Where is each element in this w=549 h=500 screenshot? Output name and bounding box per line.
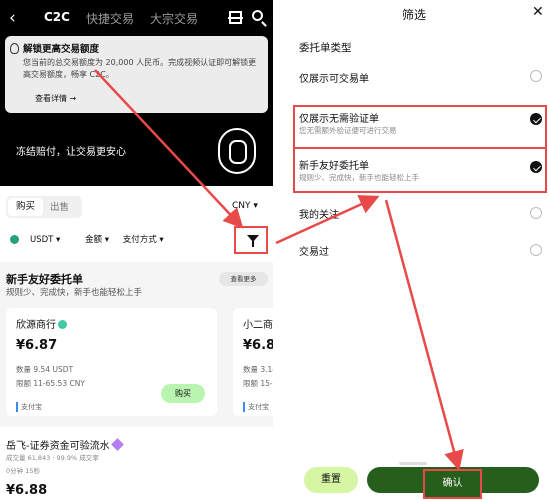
confirm-button[interactable]: 确认 <box>423 469 482 499</box>
reset-button[interactable]: 重置 <box>304 467 358 493</box>
option-traded-radio[interactable] <box>530 244 542 256</box>
option-newbie-friendly-desc: 规则少、完成快，新手也能轻松上手 <box>299 173 419 182</box>
merchant-price: ¥6.88 <box>6 483 48 498</box>
order-type-heading: 委托单类型 <box>299 42 352 54</box>
filter-title: 筛选 <box>401 8 426 22</box>
filter-sheet: 筛选 ✕ 委托单类型 仅展示可交易单 仅展示无需验证单 您无需额外验证便可进行交… <box>279 0 549 500</box>
newbie-section: 新手友好委托单 规则少、完成快，新手也能轻松上手 查看更多 欣源商行 ¥6.87… <box>0 262 273 427</box>
search-icon[interactable] <box>252 10 263 21</box>
option-following-radio[interactable] <box>530 207 542 219</box>
notice-details-link[interactable]: 查看详情 → <box>35 93 76 104</box>
verified-badge-icon <box>58 320 67 329</box>
option-following[interactable]: 我的关注 <box>299 206 339 221</box>
notice-text: 您当前的总交易额度为 20,000 人民币。完成视频认证即可解锁更高交易额度，畅… <box>23 58 257 79</box>
merchant-limit: 限额 11-65.53 CNY <box>16 379 85 388</box>
hero-banner: ‹ C2C 快捷交易 大宗交易 解锁更高交易额度 您当前的总交易额度为 20,0… <box>0 0 273 189</box>
funnel-icon <box>247 235 259 247</box>
shield-lock-icon <box>218 128 256 174</box>
merchant-name: 欣源商行 <box>16 316 67 331</box>
highlight-divider <box>293 147 547 149</box>
merchant-time: 0分钟 15秒 <box>6 467 40 475</box>
option-no-verification-check[interactable] <box>530 113 542 125</box>
option-traded[interactable]: 交易过 <box>299 243 329 258</box>
scan-icon[interactable] <box>228 11 243 24</box>
drag-handle <box>399 462 427 465</box>
merchant-limit: 限额 15- <box>243 379 273 388</box>
back-arrow-icon[interactable]: ‹ <box>9 8 16 28</box>
merchant-list-item[interactable]: 岳飞-证券资金可验流水 成交量 61,843 · 99.9% 成交率 0分钟 1… <box>0 427 273 500</box>
option-newbie-friendly[interactable]: 新手友好委托单 <box>299 157 369 172</box>
payment-method: 支付宝 <box>16 402 42 412</box>
newbie-subtitle: 规则少、完成快，新手也能轻松上手 <box>6 288 143 298</box>
buy-tab[interactable]: 购买 <box>8 198 43 216</box>
banner-text: 冻结赔付，让交易更安心 <box>16 147 126 158</box>
sheet-footer: 重置 确认 <box>279 458 549 500</box>
coin-filter[interactable]: USDT ▾ <box>10 235 71 245</box>
merchant-amount: 数量 3.14 <box>243 365 273 374</box>
option-tradable-only[interactable]: 仅展示可交易单 <box>299 70 369 85</box>
merchant-name: 岳飞-证券资金可验流水 <box>6 437 124 452</box>
close-icon[interactable]: ✕ <box>532 4 544 20</box>
merchant-card[interactable]: 欣源商行 ¥6.87 数量 9.54 USDT 限额 11-65.53 CNY … <box>6 308 217 416</box>
usdt-icon <box>10 235 19 244</box>
diamond-badge-icon <box>110 438 124 451</box>
filter-button[interactable] <box>234 226 268 254</box>
c2c-screen: ‹ C2C 快捷交易 大宗交易 解锁更高交易额度 您当前的总交易额度为 20,0… <box>0 0 273 500</box>
top-bar: ‹ C2C 快捷交易 大宗交易 <box>0 6 273 30</box>
payment-filter[interactable]: 支付方式 ▾ <box>123 235 164 245</box>
newbie-title: 新手友好委托单 <box>6 273 83 286</box>
option-tradable-only-radio[interactable] <box>530 70 542 82</box>
option-no-verification[interactable]: 仅展示无需验证单 <box>299 110 379 125</box>
option-newbie-friendly-check[interactable] <box>530 161 542 173</box>
merchant-card[interactable]: 小二商 ¥6.87 数量 3.14 限额 15- 支付宝 <box>233 308 273 416</box>
sell-tab[interactable]: 出售 <box>50 199 69 213</box>
merchant-amount: 数量 9.54 USDT <box>16 365 74 374</box>
buy-button[interactable]: 购买 <box>161 384 205 403</box>
limit-notice: 解锁更高交易额度 您当前的总交易额度为 20,000 人民币。完成视频认证即可解… <box>5 36 268 113</box>
merchant-price: ¥6.87 <box>16 338 58 353</box>
tab-quick-trade[interactable]: 快捷交易 <box>86 10 134 27</box>
filter-row: USDT ▾ 金额 ▾ 支付方式 ▾ <box>10 233 175 245</box>
payment-method: 支付宝 <box>243 402 269 412</box>
buy-sell-toggle: 购买 出售 <box>6 196 82 218</box>
tab-c2c[interactable]: C2C <box>44 10 70 24</box>
lightbulb-icon <box>10 43 19 54</box>
merchant-price: ¥6.87 <box>243 338 273 353</box>
tab-block-trade[interactable]: 大宗交易 <box>150 10 198 27</box>
notice-title: 解锁更高交易额度 <box>23 44 100 55</box>
merchant-name: 小二商 <box>243 320 273 331</box>
currency-select[interactable]: CNY ▾ <box>232 201 258 211</box>
option-no-verification-desc: 您无需额外验证便可进行交易 <box>299 126 397 135</box>
amount-filter[interactable]: 金额 ▾ <box>85 235 109 245</box>
view-more-button[interactable]: 查看更多 <box>219 272 268 286</box>
merchant-stats: 成交量 61,843 · 99.9% 成交率 <box>6 454 99 462</box>
buy-sell-bar: 购买 出售 CNY ▾ USDT ▾ 金额 ▾ 支付方式 ▾ <box>0 186 273 266</box>
